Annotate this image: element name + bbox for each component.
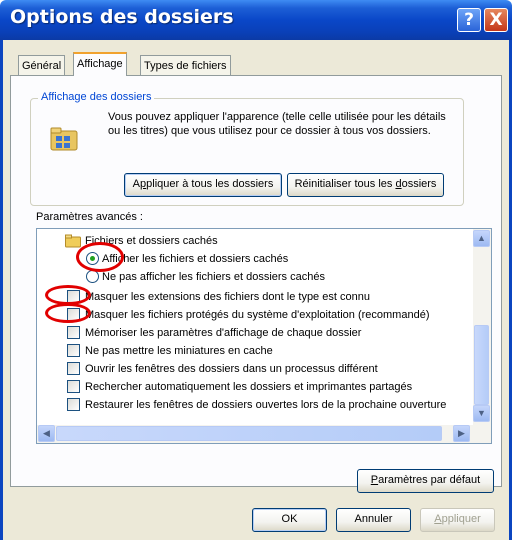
- close-button[interactable]: X: [484, 8, 508, 32]
- folder-view-icon: [50, 127, 78, 151]
- checkbox-separate-process[interactable]: [67, 362, 80, 375]
- label-hide-extensions[interactable]: Masquer les extensions des fichiers dont…: [85, 288, 370, 306]
- label-remember-view[interactable]: Mémoriser les paramètres d'affichage de …: [85, 324, 361, 342]
- vertical-scroll-thumb[interactable]: [474, 325, 489, 405]
- advanced-settings-label: Paramètres avancés :: [36, 211, 143, 223]
- scroll-up-button[interactable]: ▲: [473, 230, 490, 247]
- scroll-down-button[interactable]: ▼: [473, 405, 490, 422]
- title-bar[interactable]: Options des dossiers ? X: [0, 0, 512, 40]
- help-icon: ?: [464, 10, 474, 30]
- scroll-right-button[interactable]: ▶: [453, 425, 470, 442]
- annotation-circle-radio: [76, 242, 124, 272]
- default-settings-button[interactable]: Paramètres par défaut: [357, 469, 494, 493]
- label-separate-process[interactable]: Ouvrir les fenêtres des dossiers dans un…: [85, 360, 378, 378]
- label-restore-windows[interactable]: Restaurer les fenêtres de dossiers ouver…: [85, 396, 446, 414]
- annotation-oval-extensions: [45, 285, 91, 305]
- close-icon: X: [489, 10, 503, 30]
- tab-general[interactable]: Général: [18, 55, 66, 75]
- cancel-button[interactable]: Annuler: [336, 508, 411, 532]
- vertical-scrollbar[interactable]: ▲ ▼: [473, 229, 491, 443]
- help-button[interactable]: ?: [457, 8, 481, 32]
- scroll-left-button[interactable]: ◀: [38, 425, 55, 442]
- checkbox-auto-search-shared[interactable]: [67, 380, 80, 393]
- label-show-hidden[interactable]: Afficher les fichiers et dossiers cachés: [102, 250, 288, 268]
- label-no-thumbnail-cache[interactable]: Ne pas mettre les miniatures en cache: [85, 342, 273, 360]
- horizontal-scrollbar[interactable]: ◀ ▶: [37, 425, 473, 443]
- group-label: Affichage des dossiers: [38, 91, 155, 103]
- horizontal-scroll-thumb[interactable]: [56, 426, 442, 441]
- ok-button[interactable]: OK: [252, 508, 327, 532]
- apply-button[interactable]: Appliquer: [420, 508, 495, 532]
- checkbox-remember-view[interactable]: [67, 326, 80, 339]
- annotation-oval-protected: [45, 303, 91, 323]
- tab-types-de-fichiers[interactable]: Types de fichiers: [140, 55, 231, 75]
- label-hide-protected-files[interactable]: Masquer les fichiers protégés du système…: [85, 306, 429, 324]
- checkbox-no-thumbnail-cache[interactable]: [67, 344, 80, 357]
- label-hide-hidden[interactable]: Ne pas afficher les fichiers et dossiers…: [102, 268, 325, 286]
- checkbox-restore-windows[interactable]: [67, 398, 80, 411]
- label-auto-search-shared[interactable]: Rechercher automatiquement les dossiers …: [85, 378, 412, 396]
- apply-to-all-folders-button[interactable]: Appliquer à tous les dossiers: [124, 173, 282, 197]
- folder-view-description: Vous pouvez appliquer l'apparence (telle…: [108, 111, 446, 137]
- folder-icon: [65, 234, 81, 248]
- window-title: Options des dossiers: [10, 6, 234, 28]
- reset-all-folders-button[interactable]: Réinitialiser tous les dossiers: [287, 173, 444, 197]
- tab-affichage[interactable]: Affichage: [73, 52, 127, 76]
